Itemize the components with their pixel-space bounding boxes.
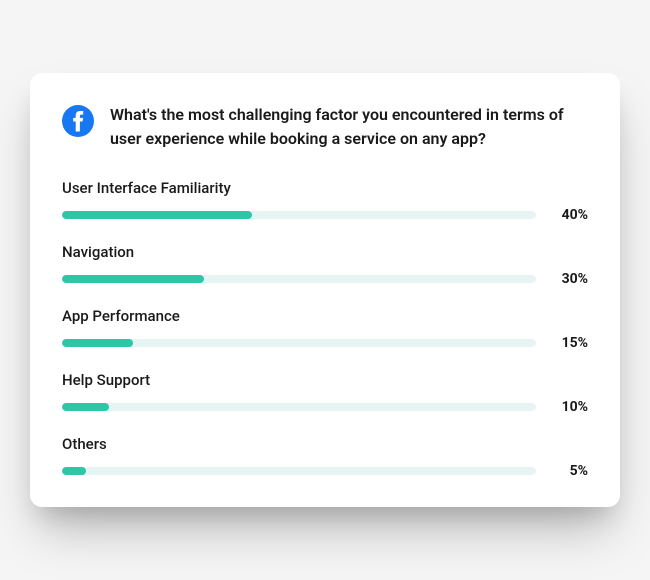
- bar-track: [62, 467, 536, 475]
- result-bar-row: 30%: [62, 271, 588, 287]
- result-item: App Performance 15%: [62, 307, 588, 351]
- result-bar-row: 40%: [62, 207, 588, 223]
- bar-track: [62, 275, 536, 283]
- bar-track: [62, 403, 536, 411]
- survey-header: What's the most challenging factor you e…: [62, 103, 588, 151]
- result-item: User Interface Familiarity 40%: [62, 179, 588, 223]
- bar-percentage: 10%: [552, 399, 588, 415]
- bar-fill: [62, 467, 86, 475]
- bar-track: [62, 211, 536, 219]
- result-label: Others: [62, 435, 588, 453]
- bar-percentage: 15%: [552, 335, 588, 351]
- result-item: Help Support 10%: [62, 371, 588, 415]
- result-bar-row: 15%: [62, 335, 588, 351]
- bar-percentage: 5%: [552, 463, 588, 479]
- result-label: Help Support: [62, 371, 588, 389]
- bar-fill: [62, 339, 133, 347]
- result-bar-row: 10%: [62, 399, 588, 415]
- bar-percentage: 30%: [552, 271, 588, 287]
- bar-percentage: 40%: [552, 207, 588, 223]
- facebook-icon: [62, 105, 94, 137]
- result-item: Others 5%: [62, 435, 588, 479]
- result-label: User Interface Familiarity: [62, 179, 588, 197]
- bar-fill: [62, 403, 109, 411]
- result-label: Navigation: [62, 243, 588, 261]
- bar-track: [62, 339, 536, 347]
- survey-question: What's the most challenging factor you e…: [110, 103, 588, 151]
- bar-fill: [62, 275, 204, 283]
- result-label: App Performance: [62, 307, 588, 325]
- results-list: User Interface Familiarity 40% Navigatio…: [62, 179, 588, 479]
- survey-card: What's the most challenging factor you e…: [30, 73, 620, 507]
- result-bar-row: 5%: [62, 463, 588, 479]
- bar-fill: [62, 211, 252, 219]
- result-item: Navigation 30%: [62, 243, 588, 287]
